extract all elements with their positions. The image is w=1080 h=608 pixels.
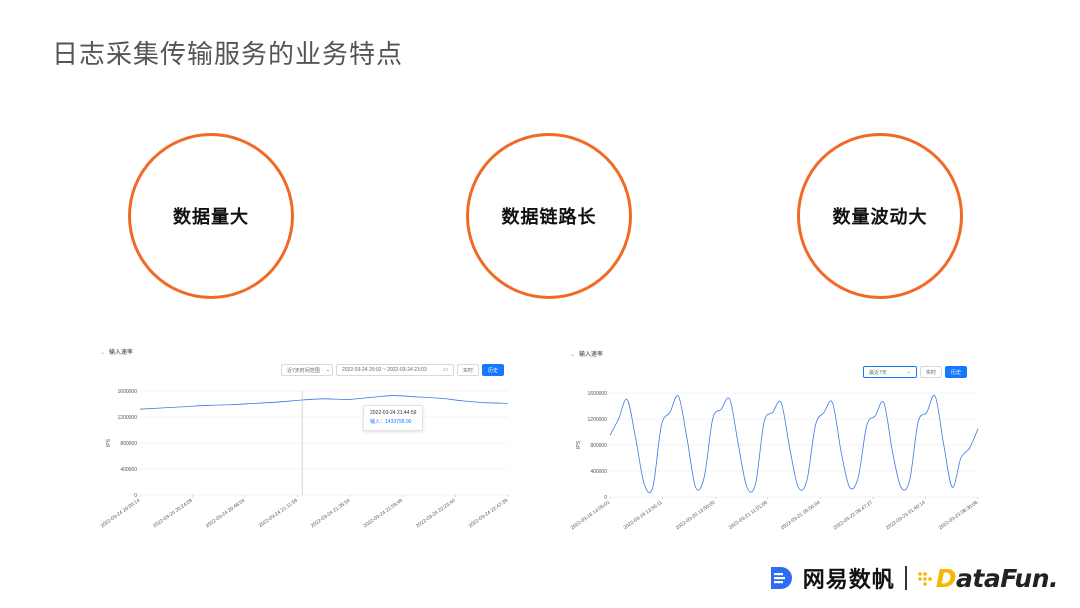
datafun-dots-icon <box>917 572 932 586</box>
x-tick-label: 2022-03-22 08:47:27 <box>833 500 875 532</box>
netease-logo-icon <box>770 567 792 589</box>
collapse-icon[interactable]: ⌄ <box>100 350 105 356</box>
y-tick-label: 1200000 <box>118 415 138 421</box>
feature-label: 数据链路长 <box>501 207 597 228</box>
panel-header: ⌄ 输入速率 <box>570 352 604 358</box>
y-tick-label: 800000 <box>120 441 137 447</box>
date-range-picker[interactable]: 2022-03-24 20:02 ~ 2022-03-24 23:03 ▭ <box>336 364 454 376</box>
x-tick-label: 2022-03-19 13:56:11 <box>623 500 664 531</box>
x-tick-label: 2022-03-24 22:23:44 <box>415 498 457 530</box>
y-tick-label: 1600000 <box>118 389 138 395</box>
footer-logos: 网易数帆 DataFun. <box>769 561 1058 595</box>
line-chart: 040000080000012000001600000IPS2022-03-18… <box>570 391 980 532</box>
y-tick-label: 800000 <box>590 443 607 449</box>
chevron-down-icon: ⌄ <box>325 367 330 373</box>
calendar-icon: ▭ <box>443 367 448 373</box>
feature-label: 数量波动大 <box>832 207 928 228</box>
panel-controls: 近7天时间范围 ⌄ 2022-03-24 20:02 ~ 2022-03-24 2… <box>281 364 505 376</box>
chevron-down-icon: ⌄ <box>906 369 911 375</box>
history-button[interactable]: 历史 <box>945 366 968 378</box>
x-tick-label: 2022-03-24 20:00:14 <box>100 498 142 530</box>
x-tick-label: 2022-03-21 05:04:04 <box>780 500 822 532</box>
x-tick-label: 2022-03-24 20:48:04 <box>205 498 247 530</box>
x-tick-label: 2022-03-18 14:05:02 <box>570 500 612 532</box>
slide-title: 日志采集传输服务的业务特点 <box>52 40 404 70</box>
x-tick-label: 2022-03-20 13:50:00 <box>675 500 717 532</box>
datafun-logo: DataFun. <box>917 564 1058 593</box>
chart-panel-1: ⌄ 输入速率 近7天时间范围 ⌄ 2022-03-24 20:02 ~ 2022-0… <box>100 347 520 537</box>
feature-circle-volume: 数据量大 <box>128 133 294 299</box>
x-tick-label: 2022-03-23 01:40:14 <box>885 500 927 532</box>
chart-panel-2: ⌄ 输入速率 最近7天 ⌄ 实时 历史 0 400000 800000 1200000 16… <box>570 349 990 539</box>
chart-tooltip: 2022-03-24 21:44:59 输入：1433798.00 <box>363 405 424 431</box>
y-tick-label: 400000 <box>120 467 137 473</box>
panel-controls: 最近7天 ⌄ 实时 历史 <box>863 366 968 378</box>
x-tick-label: 2022-03-24 22:47:39 <box>468 498 510 530</box>
time-range-select[interactable]: 最近7天 ⌄ <box>863 366 917 378</box>
datafun-text: ataFun. <box>956 563 1058 593</box>
y-axis-label: IPS <box>106 438 112 447</box>
datafun-d-glyph: D <box>935 563 957 593</box>
feature-label: 数据量大 <box>173 207 249 228</box>
realtime-button[interactable]: 实时 <box>457 364 480 376</box>
panel-header: ⌄ 输入速率 <box>100 350 134 356</box>
collapse-icon[interactable]: ⌄ <box>570 352 575 358</box>
realtime-button[interactable]: 实时 <box>920 366 943 378</box>
time-range-select[interactable]: 近7天时间范围 ⌄ <box>281 364 333 376</box>
y-axis-label: IPS <box>576 440 582 449</box>
x-tick-label: 2022-03-24 20:24:09 <box>152 498 194 530</box>
y-tick-label: 1200000 <box>588 417 608 423</box>
series-line <box>609 394 979 494</box>
series-line <box>139 395 509 410</box>
x-tick-label: 2022-03-24 21:11:59 <box>258 498 299 529</box>
logo-divider <box>904 566 907 590</box>
feature-circle-fluctuation: 数量波动大 <box>797 133 963 299</box>
x-tick-label: 2022-03-24 21:59:49 <box>363 498 405 530</box>
x-tick-label: 2022-03-24 21:35:54 <box>310 498 352 530</box>
y-tick-label: 400000 <box>590 469 607 475</box>
x-tick-label: 2022-03-21 11:01:00 <box>728 500 769 531</box>
history-button[interactable]: 历史 <box>482 364 505 376</box>
x-tick-label: 2022-03-23 08:30:06 <box>938 500 980 532</box>
y-tick-label: 1600000 <box>588 391 608 397</box>
line-chart: 040000080000012000001600000IPS2022-03-24… <box>100 389 510 530</box>
netease-logo-text: 网易数帆 <box>802 568 895 593</box>
feature-circle-pipeline: 数据链路长 <box>466 133 632 299</box>
